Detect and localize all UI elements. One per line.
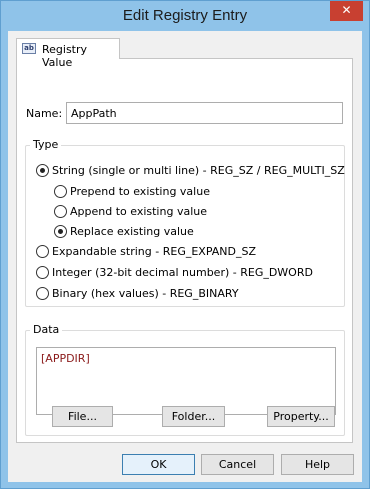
type-group-legend: Type — [30, 138, 62, 151]
close-button[interactable]: ✕ — [330, 1, 363, 21]
string-value-icon: ab — [22, 43, 36, 54]
radio-label: Replace existing value — [70, 225, 194, 238]
name-label: Name: — [26, 107, 63, 120]
radio-label: Integer (32-bit decimal number) - REG_DW… — [52, 266, 313, 279]
radio-button[interactable] — [54, 205, 67, 218]
data-textarea[interactable]: [APPDIR] — [36, 347, 336, 415]
ok-button[interactable]: OK — [122, 454, 195, 475]
dialog-window: Edit Registry Entry ✕ ab Registry Value … — [0, 0, 370, 489]
radio-label: String (single or multi line) - REG_SZ /… — [52, 164, 345, 177]
radio-button[interactable] — [36, 266, 49, 279]
data-value: [APPDIR] — [41, 352, 90, 365]
tab-label: Registry Value — [42, 43, 88, 69]
tab-registry-value[interactable]: ab Registry Value — [16, 38, 120, 69]
radio-label: Append to existing value — [70, 205, 207, 218]
cancel-button[interactable]: Cancel — [201, 454, 274, 475]
data-group-legend: Data — [30, 323, 63, 336]
file-button[interactable]: File... — [52, 406, 113, 427]
radio-button[interactable] — [36, 164, 49, 177]
radio-label: Prepend to existing value — [70, 185, 210, 198]
radio-label: Binary (hex values) - REG_BINARY — [52, 287, 239, 300]
folder-button[interactable]: Folder... — [162, 406, 225, 427]
radio-button[interactable] — [36, 287, 49, 300]
type-group: Type String (single or multi line) - REG… — [25, 138, 345, 307]
radio-button[interactable] — [36, 245, 49, 258]
radio-label: Expandable string - REG_EXPAND_SZ — [52, 245, 256, 258]
window-title: Edit Registry Entry — [122, 7, 248, 24]
tab-panel: Name: Type String (single or multi line)… — [16, 58, 353, 443]
radio-button[interactable] — [54, 225, 67, 238]
name-input[interactable] — [66, 102, 343, 124]
dialog-client-area: ab Registry Value Name: Type String (sin… — [8, 31, 362, 482]
radio-button[interactable] — [54, 185, 67, 198]
title-bar[interactable]: Edit Registry Entry ✕ — [1, 1, 369, 31]
help-button[interactable]: Help — [281, 454, 354, 475]
property-button[interactable]: Property... — [267, 406, 335, 427]
